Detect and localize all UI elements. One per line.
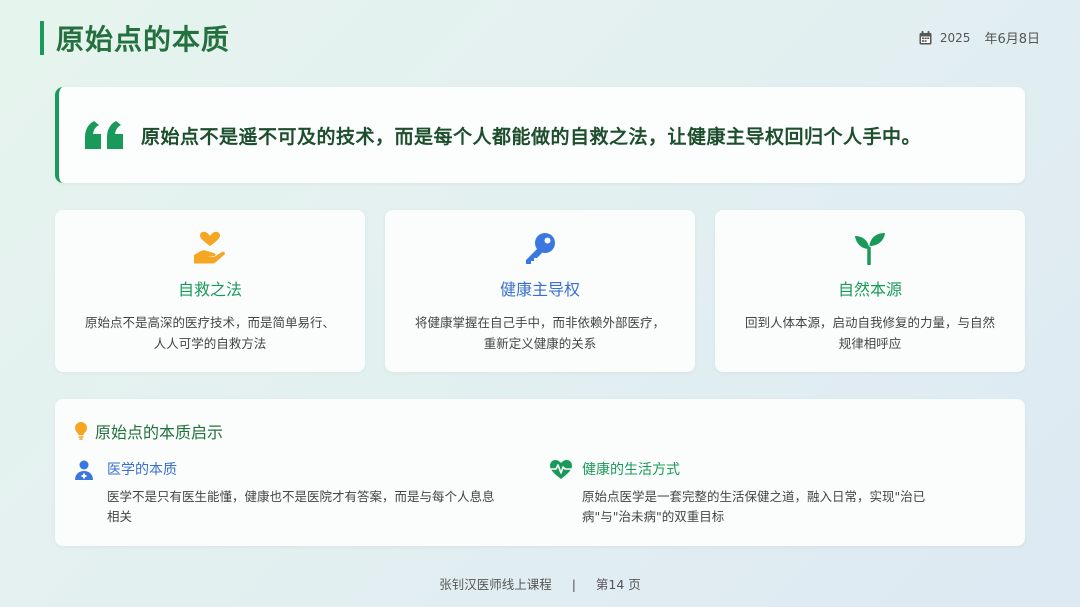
feature-description: 原始点不是高深的医疗技术，而是简单易行、 人人可学的自救方法 [70,312,350,354]
footer-separator: | [571,577,576,592]
feature-description-line: 人人可学的自救方法 [153,336,267,351]
essence-title: 原始点的本质启示 [95,423,224,442]
lightbulb-icon [75,422,87,440]
feature-description: 回到人体本源，启动自我修复的力量，与自然 规律相呼应 [730,312,1010,354]
heartbeat-icon [550,460,572,479]
header: 原始点的本质 [40,18,230,58]
feature-description-line: 重新定义健康的关系 [483,336,597,351]
insight-description-line: 原始点医学是一套完整的生活保健之道，融入日常，实现"治已 [582,489,926,504]
feature-description-line: 将健康掌握在自己手中，而非依赖外部医疗， [414,315,665,330]
feature-description-line: 原始点不是高深的医疗技术，而是简单易行、 [84,315,335,330]
insight-description: 医学不是只有医生能懂，健康也不是医院才有答案，而是与每个人息息 相关 [107,487,495,527]
doctor-icon [75,460,93,480]
date-month-day: 年6月8日 [984,32,1040,47]
key-icon [526,233,555,264]
insight-description: 原始点医学是一套完整的生活保健之道，融入日常，实现"治已 病"与"治未病"的双重… [582,487,925,527]
footer-course: 张钊汉医师线上课程 [439,577,552,592]
hand-heart-icon [194,231,226,264]
date-year: 2025 [939,30,971,45]
insight-title: 医学的本质 [107,462,177,478]
feature-description: 将健康掌握在自己手中，而非依赖外部医疗， 重新定义健康的关系 [400,312,680,354]
footer: 张钊汉医师线上课程 | 第14 页 [0,574,1080,593]
essence-header: 原始点的本质启示 [75,419,223,443]
quote-text: 原始点不是遥不可及的技术，而是每个人都能做的自救之法，让健康主导权回归个人手中。 [141,125,922,148]
sprout-icon [855,233,885,265]
feature-title: 自然本源 [837,280,902,299]
feature-description-line: 规律相呼应 [838,336,902,351]
date-display: 2025 年6月8日 [919,28,1040,47]
feature-card-self-rescue: 自救之法 原始点不是高深的医疗技术，而是简单易行、 人人可学的自救方法 [55,210,365,372]
feature-card-natural-origin: 自然本源 回到人体本源，启动自我修复的力量，与自然 规律相呼应 [715,210,1025,372]
footer-page-number: 第14 页 [595,577,641,592]
page-title: 原始点的本质 [56,23,231,56]
feature-card-health-control: 健康主导权 将健康掌握在自己手中，而非依赖外部医疗， 重新定义健康的关系 [385,210,695,372]
essence-insights-card: 原始点的本质启示 医学的本质 医学不是只有医生能懂，健康也不是医院才有答案，而是… [55,399,1025,546]
quote-card: 原始点不是遥不可及的技术，而是每个人都能做的自救之法，让健康主导权回归个人手中。 [55,87,1025,183]
insight-description-line: 相关 [107,509,133,524]
insight-medicine-essence: 医学的本质 医学不是只有医生能懂，健康也不是医院才有答案，而是与每个人息息 相关 [75,459,495,527]
insight-healthy-lifestyle: 健康的生活方式 原始点医学是一套完整的生活保健之道，融入日常，实现"治已 病"与… [550,459,925,527]
insight-description-line: 医学不是只有医生能懂，健康也不是医院才有答案，而是与每个人息息 [107,489,495,504]
feature-title: 自救之法 [177,280,242,299]
quote-mark-icon [85,121,123,149]
feature-description-line: 回到人体本源，启动自我修复的力量，与自然 [744,315,995,330]
feature-title: 健康主导权 [499,280,580,299]
title-accent-bar [40,21,44,55]
calendar-icon [919,30,932,44]
insight-description-line: 病"与"治未病"的双重目标 [582,509,725,524]
insight-title: 健康的生活方式 [582,462,680,478]
